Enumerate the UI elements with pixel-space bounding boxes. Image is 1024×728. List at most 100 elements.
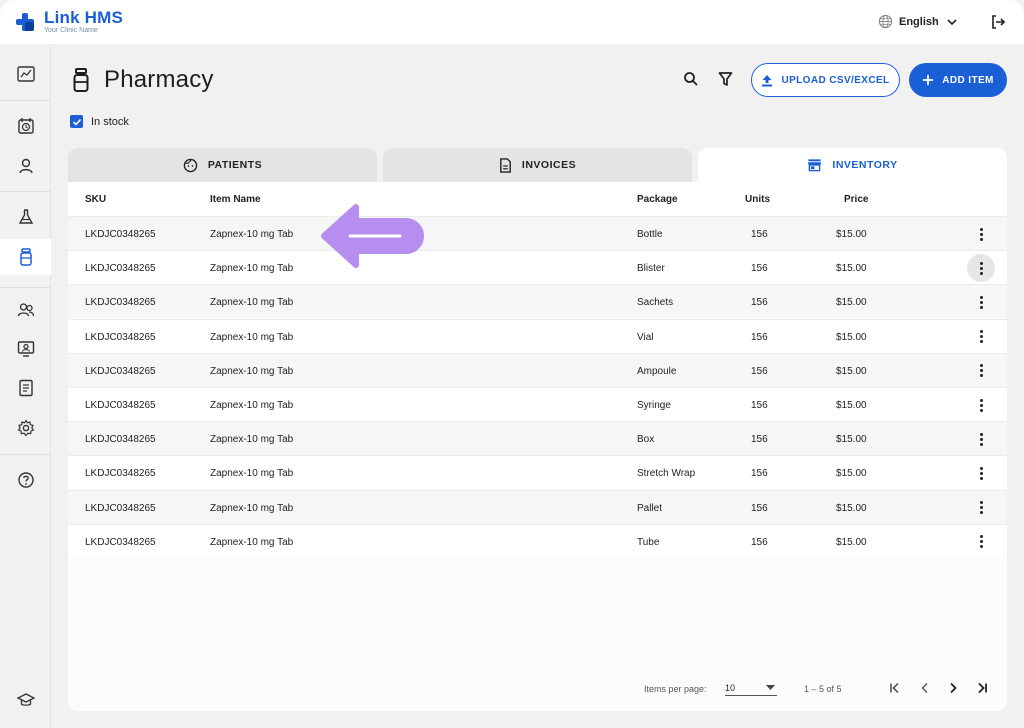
row-menu-button[interactable] — [967, 220, 995, 248]
sidebar-item-help[interactable] — [0, 462, 51, 498]
cell-item-name: Zapnex-10 mg Tab — [210, 263, 294, 275]
table-row[interactable]: LKDJC0348265 Zapnex-10 mg Tab Bottle 156 $15… — [68, 216, 1007, 250]
sidebar-item-learn[interactable] — [0, 682, 51, 718]
logout-button[interactable] — [990, 14, 1006, 35]
monitor-user-icon — [17, 341, 34, 357]
items-per-page-label: Items per page: — [644, 684, 707, 694]
upload-csv-label: UPLOAD CSV/EXCEL — [781, 74, 890, 86]
table-row[interactable]: LKDJC0348265 Zapnex-10 mg Tab Vial 156 $15.0… — [68, 318, 1007, 353]
in-stock-filter[interactable]: In stock — [70, 115, 129, 128]
first-page-button[interactable] — [888, 681, 902, 700]
medicine-bottle-icon — [19, 248, 32, 266]
sidebar-item-pharmacy[interactable] — [0, 239, 51, 275]
row-menu-button[interactable] — [967, 459, 995, 487]
cell-price: $15.00 — [836, 229, 867, 240]
filter-button[interactable] — [718, 71, 733, 92]
top-bar: Link HMS Your Clinic Name English — [0, 0, 1024, 44]
gear-icon — [17, 419, 34, 437]
page-title: Pharmacy — [104, 66, 214, 93]
row-menu-button[interactable] — [967, 494, 995, 522]
previous-page-button[interactable] — [918, 681, 932, 700]
table-row[interactable]: LKDJC0348265 Zapnex-10 mg Tab Stretch Wrap… — [68, 455, 1007, 490]
search-button[interactable] — [683, 71, 699, 92]
language-selector[interactable]: English — [878, 14, 959, 29]
add-item-label: ADD ITEM — [942, 74, 994, 86]
annotation-arrow-left-icon — [321, 204, 424, 268]
cell-item-name: Zapnex-10 mg Tab — [210, 400, 294, 411]
tab-invoices-label: INVOICES — [521, 159, 577, 171]
cell-units: 156 — [751, 331, 768, 343]
sidebar-item-patients[interactable] — [0, 148, 51, 184]
row-menu-button[interactable] — [967, 357, 995, 385]
cell-units: 156 — [751, 434, 768, 446]
table-row[interactable]: LKDJC0348265 Zapnex-10 mg Tab Blister 156 $1… — [68, 250, 1007, 285]
cell-package: Tube — [637, 536, 660, 548]
row-menu-button[interactable] — [967, 425, 995, 453]
row-menu-button[interactable] — [967, 288, 995, 316]
sidebar-item-telemedicine[interactable] — [0, 331, 51, 367]
app-logo[interactable]: Link HMS Your Clinic Name — [16, 9, 123, 34]
cell-package: Stretch Wrap — [637, 468, 696, 480]
cell-item-name: Zapnex-10 mg Tab — [210, 434, 294, 446]
tab-invoices[interactable]: INVOICES — [383, 148, 692, 182]
column-item-name[interactable]: Item Name — [210, 194, 261, 205]
sidebar-item-reports[interactable] — [0, 370, 51, 406]
cell-units: 156 — [751, 400, 768, 411]
last-page-button[interactable] — [975, 681, 989, 700]
clinic-name: Your Clinic Name — [44, 27, 98, 34]
search-icon — [684, 72, 698, 86]
cell-sku: LKDJC0348265 — [85, 297, 156, 309]
row-menu-button[interactable] — [967, 254, 995, 283]
upload-csv-button[interactable]: UPLOAD CSV/EXCEL — [751, 63, 900, 97]
add-item-button[interactable]: ADD ITEM — [909, 63, 1007, 97]
cell-sku: LKDJC0348265 — [85, 536, 156, 548]
cell-price: $15.00 — [836, 400, 867, 411]
column-price[interactable]: Price — [844, 194, 868, 205]
dropdown-arrow-icon — [766, 685, 775, 690]
sidebar-item-lab[interactable] — [0, 199, 51, 235]
tab-patients[interactable]: PATIENTS — [68, 148, 377, 182]
tab-inventory[interactable]: INVENTORY — [698, 148, 1007, 182]
cell-package: Pallet — [637, 502, 663, 514]
table-row[interactable]: LKDJC0348265 Zapnex-10 mg Tab Tube 156 $15.0… — [68, 523, 1007, 558]
sidebar-item-dashboard[interactable] — [0, 56, 51, 92]
cell-item-name: Zapnex-10 mg Tab — [210, 536, 294, 548]
globe-icon — [878, 14, 893, 29]
store-icon — [808, 159, 822, 172]
cell-price: $15.00 — [836, 468, 867, 480]
more-vertical-icon — [979, 295, 983, 309]
table-row[interactable]: LKDJC0348265 Zapnex-10 mg Tab Box 156 $15.00 — [68, 421, 1007, 456]
user-icon — [18, 158, 33, 174]
cell-price: $15.00 — [836, 331, 867, 343]
sidebar-item-staff[interactable] — [0, 292, 51, 328]
row-menu-button[interactable] — [967, 391, 995, 419]
table-row[interactable]: LKDJC0348265 Zapnex-10 mg Tab Syringe 156 $1… — [68, 387, 1007, 421]
inventory-card: SKU Item Name Package Units Price LKDJC0… — [68, 182, 1007, 711]
cell-price: $15.00 — [836, 502, 867, 514]
cell-item-name: Zapnex-10 mg Tab — [210, 502, 294, 514]
next-page-button[interactable] — [946, 681, 960, 700]
cell-item-name: Zapnex-10 mg Tab — [210, 365, 294, 377]
cell-sku: LKDJC0348265 — [85, 365, 156, 377]
row-menu-button[interactable] — [967, 323, 995, 351]
in-stock-checkbox[interactable] — [70, 115, 83, 128]
table-row[interactable]: LKDJC0348265 Zapnex-10 mg Tab Ampoule 156 $1… — [68, 352, 1007, 387]
items-per-page-select[interactable]: 10 — [725, 680, 777, 696]
column-sku[interactable]: SKU — [85, 194, 106, 205]
cell-package: Ampoule — [637, 365, 677, 377]
table-row[interactable]: LKDJC0348265 Zapnex-10 mg Tab Sachets 156 $1… — [68, 284, 1007, 319]
chevron-left-icon — [921, 682, 928, 694]
chevron-down-icon — [947, 18, 957, 25]
language-label: English — [899, 15, 939, 28]
document-icon — [500, 157, 511, 173]
column-package[interactable]: Package — [637, 194, 678, 205]
chevron-right-icon — [950, 682, 957, 694]
sidebar-item-appointments[interactable] — [0, 108, 51, 144]
cell-item-name: Zapnex-10 mg Tab — [210, 297, 294, 309]
row-menu-button[interactable] — [967, 528, 995, 556]
cell-package: Vial — [637, 331, 654, 343]
table-row[interactable]: LKDJC0348265 Zapnex-10 mg Tab Pallet 156 $15… — [68, 489, 1007, 524]
column-units[interactable]: Units — [745, 194, 770, 205]
tab-inventory-label: INVENTORY — [832, 159, 898, 171]
sidebar-item-settings[interactable] — [0, 410, 51, 446]
